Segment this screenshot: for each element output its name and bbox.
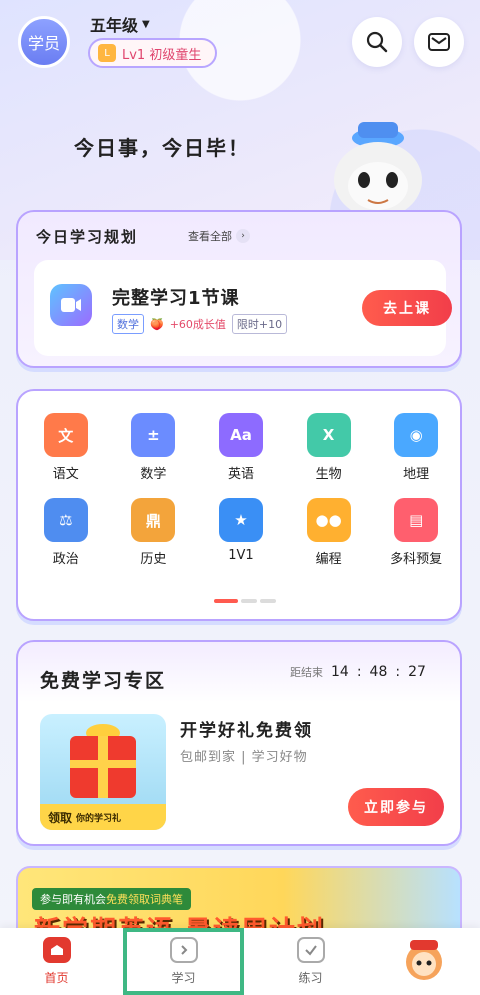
- reward-label: +60成长值: [169, 318, 226, 331]
- countdown-seconds: 27: [408, 664, 426, 680]
- dna-icon: X: [306, 413, 351, 457]
- slogan: 今日事，今日毕！: [74, 136, 250, 160]
- gavel-icon: ⚖: [43, 498, 88, 542]
- folder-icon: ▤: [394, 498, 439, 542]
- tab-study[interactable]: 学习: [123, 928, 244, 995]
- star-icon: ★: [218, 498, 263, 542]
- lesson-tags: 数学 🍑 +60成长值 限时+10: [112, 314, 288, 334]
- level-badge[interactable]: L Lv1 初级童生: [88, 38, 218, 68]
- lesson-name: 完整学习1节课: [112, 288, 240, 309]
- video-lesson-icon: [50, 284, 92, 326]
- view-all-link[interactable]: 查看全部 ›: [188, 228, 250, 244]
- palace-icon: 文: [43, 413, 88, 457]
- subject-label: 地理: [403, 467, 430, 482]
- mail-icon: [428, 33, 450, 51]
- join-now-button[interactable]: 立即参与: [348, 788, 444, 826]
- countdown-sep: :: [395, 664, 401, 680]
- subject-label: 1V1: [228, 548, 254, 563]
- search-icon: [366, 31, 388, 53]
- subject-item[interactable]: ★ 1V1: [197, 498, 285, 567]
- mascot-icon: [405, 939, 442, 980]
- countdown-hours: 14: [331, 664, 349, 680]
- study-plan-card: 今日学习规划 查看全部 › 完整学习1节课 数学 🍑 +60成长值 限时+10 …: [16, 210, 462, 368]
- page-dot-active: [214, 599, 238, 603]
- level-label: Lv1 初级童生: [122, 47, 202, 63]
- subject-item[interactable]: Aa 英语: [197, 413, 285, 482]
- subject-item[interactable]: X 生物: [285, 413, 373, 482]
- subject-label: 政治: [52, 552, 79, 567]
- tab-home-label: 首页: [44, 971, 69, 985]
- tab-practice-label: 练习: [298, 971, 323, 985]
- banner-tag: 参与即有机会免费领取词典笔: [32, 888, 191, 910]
- bottom-tab-bar: 首页 学习 练习: [0, 928, 480, 995]
- subject-label: 编程: [315, 552, 342, 567]
- bronze-vessel-icon: 鼎: [131, 498, 176, 542]
- subject-tag: 数学: [112, 314, 144, 334]
- calculator-icon: ±: [131, 413, 176, 457]
- crown-icon: L: [98, 44, 116, 62]
- subject-item[interactable]: ⚖ 政治: [22, 498, 110, 567]
- peach-icon: 🍑: [150, 317, 164, 331]
- gift-caption: 领取 你的学习礼: [40, 804, 166, 830]
- subject-label: 历史: [140, 552, 167, 567]
- laptop-aa-icon: Aa: [218, 413, 263, 457]
- subjects-card: 文语文 ± 数学 Aa 英语 X 生物 ◉ 地理 ⚖ 政治 鼎历史 ★ 1V1 ●● 编程 ▤ 多科预复: [16, 389, 462, 621]
- tab-mascot[interactable]: [367, 928, 480, 995]
- countdown-label: 距结束: [290, 666, 323, 679]
- view-all-label: 查看全部: [188, 230, 232, 243]
- subject-item[interactable]: ●● 编程: [285, 498, 373, 567]
- subject-grid: 文语文 ± 数学 Aa 英语 X 生物 ◉ 地理 ⚖ 政治 鼎历史 ★ 1V1 ●● 编程 ▤ 多科预复: [22, 413, 460, 567]
- study-plan-title: 今日学习规划: [36, 228, 139, 246]
- subject-item[interactable]: 文语文: [22, 413, 110, 482]
- planet-icon: ◉: [394, 413, 439, 457]
- home-icon: [42, 937, 71, 963]
- lesson-task[interactable]: 完整学习1节课 数学 🍑 +60成长值 限时+10 去上课: [34, 260, 452, 356]
- search-button[interactable]: [352, 17, 402, 67]
- chevron-down-icon: ▼: [142, 18, 150, 30]
- grade-selector[interactable]: 五年级 ▼: [90, 12, 150, 36]
- gift-image[interactable]: 领取 你的学习礼: [40, 714, 166, 830]
- tab-practice[interactable]: 练习: [254, 928, 367, 995]
- chevron-right-icon: ›: [236, 229, 250, 243]
- subject-label: 多科预复: [390, 552, 443, 567]
- promo-subtitle: 包邮到家 | 学习好物: [180, 750, 308, 765]
- tab-study-label: 学习: [171, 971, 196, 985]
- study-icon: [169, 937, 198, 963]
- gift-caption-small: 你的学习礼: [76, 813, 122, 824]
- subject-item[interactable]: ◉ 地理: [372, 413, 460, 482]
- subject-item[interactable]: ± 数学: [110, 413, 198, 482]
- tab-home[interactable]: 首页: [0, 928, 113, 995]
- subject-label: 生物: [315, 467, 342, 482]
- free-study-card: 免费学习专区 距结束 14 : 48 : 27 领取 你的学习礼 开学好礼免费领…: [16, 640, 462, 846]
- promo-title: 开学好礼免费领: [180, 721, 313, 741]
- page-dot: [241, 599, 257, 603]
- page-indicator: [214, 599, 276, 603]
- robot-icon: ●●: [306, 498, 351, 542]
- subject-label: 语文: [52, 467, 79, 482]
- subject-label: 数学: [140, 467, 167, 482]
- free-zone-title: 免费学习专区: [40, 670, 167, 692]
- banner-tag-highlight: 免费领取词典笔: [106, 893, 183, 906]
- practice-icon: [296, 937, 325, 963]
- banner-tag-text: 参与即有机会: [40, 893, 106, 906]
- header: 学员 五年级 ▼ L Lv1 初级童生: [0, 0, 480, 80]
- countdown-minutes: 48: [369, 664, 388, 680]
- subject-item[interactable]: 鼎历史: [110, 498, 198, 567]
- page-dot: [260, 599, 276, 603]
- countdown: 距结束 14 : 48 : 27: [290, 664, 426, 680]
- time-limit-tag: 限时+10: [231, 314, 288, 334]
- gift-ribbon: [70, 760, 136, 768]
- countdown-sep: :: [356, 664, 362, 680]
- avatar[interactable]: 学员: [18, 16, 70, 68]
- start-class-button[interactable]: 去上课: [362, 290, 452, 326]
- message-button[interactable]: [414, 17, 464, 67]
- grade-label: 五年级: [90, 16, 139, 35]
- gift-caption-main: 领取: [48, 810, 73, 825]
- subject-item[interactable]: ▤ 多科预复: [372, 498, 460, 567]
- subject-label: 英语: [227, 467, 254, 482]
